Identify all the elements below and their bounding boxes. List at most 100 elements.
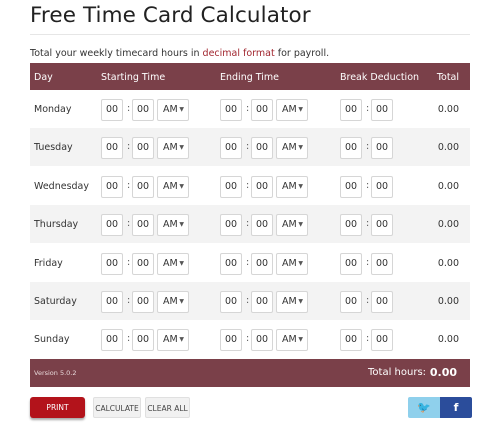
end-hour-input[interactable]: 00 [220,137,242,160]
start-minute-input[interactable]: 00 [132,175,154,198]
start-hour-input[interactable]: 00 [101,99,123,121]
start-hour-input[interactable]: 00 [101,175,123,198]
ampm-value: AM [163,104,178,115]
caret-down-icon: ▼ [298,221,303,229]
end-hour-input[interactable]: 00 [220,214,242,237]
day-total: 0.00 [437,257,459,269]
time-separator: : [127,141,131,153]
end-minute-input[interactable]: 00 [251,329,273,352]
start-hour-input[interactable]: 00 [101,291,123,313]
header-total: Total [436,72,459,83]
start-hour-input[interactable]: 00 [101,214,123,237]
page-subtitle: Total your weekly timecard hours in deci… [30,48,329,59]
start-hour-input[interactable]: 00 [101,252,123,275]
end-ampm-select[interactable]: AM ▼ [276,291,308,313]
start-ampm-select[interactable]: AM ▼ [157,175,189,198]
end-minute-input[interactable]: 00 [251,252,273,275]
break-minute-input[interactable]: 00 [371,291,393,313]
time-separator: : [127,333,131,345]
caret-down-icon: ▼ [179,259,184,267]
decimal-format-link[interactable]: decimal format [203,48,275,59]
caret-down-icon: ▼ [298,336,303,344]
break-hour-input[interactable]: 00 [340,329,362,352]
end-minute-input[interactable]: 00 [251,291,273,313]
break-hour-input[interactable]: 00 [340,99,362,121]
total-hours-value: 0.00 [429,366,457,379]
end-hour-input[interactable]: 00 [220,252,242,275]
break-minute-input[interactable]: 00 [371,137,393,160]
caret-down-icon: ▼ [298,259,303,267]
day-total: 0.00 [437,142,459,154]
start-minute-input[interactable]: 00 [132,329,154,352]
time-separator: : [366,141,370,153]
end-minute-input[interactable]: 00 [251,214,273,237]
table-row: Saturday 00:00 AM ▼ 00:00 AM ▼ 00:00 0.00 [30,282,470,320]
time-separator: : [127,218,131,230]
break-minute-input[interactable]: 00 [371,329,393,352]
break-minute-input[interactable]: 00 [371,252,393,275]
end-ampm-select[interactable]: AM ▼ [276,329,308,352]
end-ampm-select[interactable]: AM ▼ [276,214,308,237]
ampm-value: AM [282,334,297,346]
caret-down-icon: ▼ [298,106,303,113]
ampm-value: AM [282,257,297,269]
end-hour-input[interactable]: 00 [220,175,242,198]
end-minute-input[interactable]: 00 [251,99,273,121]
twitter-share-button[interactable]: 🐦 [408,397,440,418]
time-separator: : [366,333,370,345]
twitter-icon: 🐦 [417,401,431,414]
break-minute-input[interactable]: 00 [371,99,393,121]
start-minute-input[interactable]: 00 [132,291,154,313]
header-day: Day [34,72,53,83]
break-hour-input[interactable]: 00 [340,175,362,198]
end-minute-input[interactable]: 00 [251,137,273,160]
time-separator: : [366,179,370,191]
print-button[interactable]: PRINT [30,397,85,418]
break-minute-input[interactable]: 00 [371,214,393,237]
ampm-value: AM [163,257,178,269]
start-ampm-select[interactable]: AM ▼ [157,291,189,313]
start-ampm-select[interactable]: AM ▼ [157,214,189,237]
break-minute-input[interactable]: 00 [371,175,393,198]
clear-all-button[interactable]: CLEAR ALL [145,397,190,418]
start-ampm-select[interactable]: AM ▼ [157,252,189,275]
start-minute-input[interactable]: 00 [132,99,154,121]
time-separator: : [246,256,250,268]
day-total: 0.00 [437,219,459,231]
start-hour-input[interactable]: 00 [101,137,123,160]
end-minute-input[interactable]: 00 [251,175,273,198]
start-minute-input[interactable]: 00 [132,214,154,237]
start-ampm-select[interactable]: AM ▼ [157,137,189,160]
end-hour-input[interactable]: 00 [220,99,242,121]
day-total: 0.00 [437,104,459,115]
time-separator: : [246,333,250,345]
start-minute-input[interactable]: 00 [132,252,154,275]
time-separator: : [246,141,250,153]
break-hour-input[interactable]: 00 [340,291,362,313]
total-hours-label: Total hours: [368,367,427,378]
end-ampm-select[interactable]: AM ▼ [276,99,308,121]
end-hour-input[interactable]: 00 [220,291,242,313]
start-minute-input[interactable]: 00 [132,137,154,160]
end-ampm-select[interactable]: AM ▼ [276,175,308,198]
break-hour-input[interactable]: 00 [340,252,362,275]
table-row: Thursday 00:00 AM ▼ 00:00 AM ▼ 00:00 0.00 [30,205,470,244]
end-ampm-select[interactable]: AM ▼ [276,137,308,160]
break-hour-input[interactable]: 00 [340,137,362,160]
table-row: Friday 00:00 AM ▼ 00:00 AM ▼ 00:00 0.00 [30,244,470,282]
start-ampm-select[interactable]: AM ▼ [157,329,189,352]
time-separator: : [246,179,250,191]
day-label: Sunday [34,334,70,346]
facebook-share-button[interactable]: f [440,397,472,418]
time-separator: : [366,103,370,114]
header-break-deduction: Break Deduction [340,72,420,83]
end-hour-input[interactable]: 00 [220,329,242,352]
table-footer: Version 5.0.2 Total hours: 0.00 [30,359,470,387]
ampm-value: AM [163,296,178,307]
break-hour-input[interactable]: 00 [340,214,362,237]
calculate-button[interactable]: CALCULATE [93,397,141,418]
start-ampm-select[interactable]: AM ▼ [157,99,189,121]
table-row: Wednesday 00:00 AM ▼ 00:00 AM ▼ 00:00 0.00 [30,167,470,205]
start-hour-input[interactable]: 00 [101,329,123,352]
end-ampm-select[interactable]: AM ▼ [276,252,308,275]
